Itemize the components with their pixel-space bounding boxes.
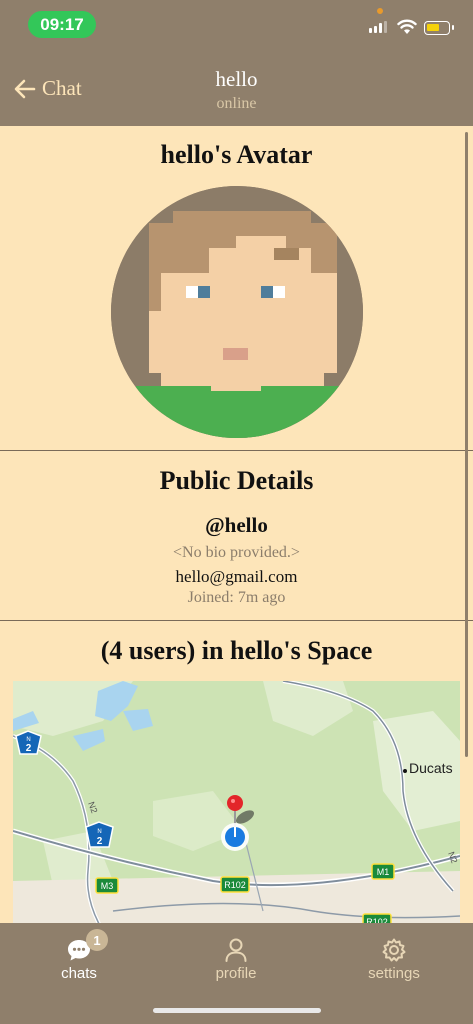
profile-content[interactable]: hello's Avatar Public Details @hello <No…	[0, 126, 473, 923]
svg-text:N: N	[97, 829, 101, 835]
tab-settings[interactable]: settings	[344, 937, 444, 982]
status-bar: 09:17	[0, 0, 473, 52]
bio-text: <No bio provided.>	[173, 544, 300, 561]
person-icon	[225, 938, 247, 962]
m1-label: M1	[371, 863, 395, 880]
tab-profile-label: profile	[215, 965, 257, 982]
tab-profile[interactable]: profile	[186, 937, 286, 982]
privacy-indicator-icon	[377, 8, 383, 14]
space-heading: (4 users) in hello's Space	[100, 636, 373, 665]
home-indicator[interactable]	[153, 1008, 321, 1013]
gear-icon	[382, 938, 406, 962]
tab-chats-label: chats	[61, 965, 97, 982]
tab-settings-label: settings	[368, 965, 420, 982]
scrollbar[interactable]	[465, 132, 468, 757]
r102-label-lower: R102	[362, 913, 392, 923]
current-location-icon[interactable]	[221, 823, 249, 851]
m3-label: M3	[95, 877, 119, 894]
svg-text:M3: M3	[101, 881, 114, 891]
wifi-icon	[397, 19, 417, 34]
avatar-heading: hello's Avatar	[160, 140, 313, 169]
presence-status: online	[216, 95, 257, 112]
contact-name: hello	[215, 67, 258, 91]
status-time: 09:17	[28, 11, 96, 38]
joined-text: Joined: 7m ago	[187, 589, 286, 606]
username: @hello	[205, 513, 268, 537]
n2-shield-top-icon: N 2	[15, 730, 42, 755]
svg-text:2: 2	[26, 743, 32, 754]
cellular-signal-icon	[369, 21, 387, 33]
unread-badge: 1	[86, 929, 108, 951]
place-label-ducats: Ducats	[409, 760, 453, 776]
pixel-face-image	[111, 186, 363, 438]
avatar-section: hello's Avatar	[0, 126, 473, 451]
map-canvas[interactable]: N 2 N 2 N2 N2 M3 R102 R102 M1 Ducats	[13, 681, 460, 923]
tab-chats[interactable]: 1 chats	[29, 929, 129, 982]
public-details-section: Public Details @hello <No bio provided.>…	[0, 451, 473, 621]
avatar	[111, 186, 363, 438]
chat-header: Chat hello online	[0, 52, 473, 126]
battery-icon	[424, 21, 454, 35]
svg-text:R102: R102	[224, 880, 246, 890]
email-text: hello@gmail.com	[175, 567, 298, 586]
svg-text:M1: M1	[377, 867, 390, 877]
space-map[interactable]: N 2 N 2 N2 N2 M3 R102 R102 M1 Ducats	[13, 681, 460, 923]
r102-label: R102	[220, 876, 250, 893]
n2-shield-bottom-icon: N 2	[85, 821, 114, 848]
details-heading: Public Details	[159, 466, 314, 495]
svg-text:2: 2	[97, 836, 103, 847]
